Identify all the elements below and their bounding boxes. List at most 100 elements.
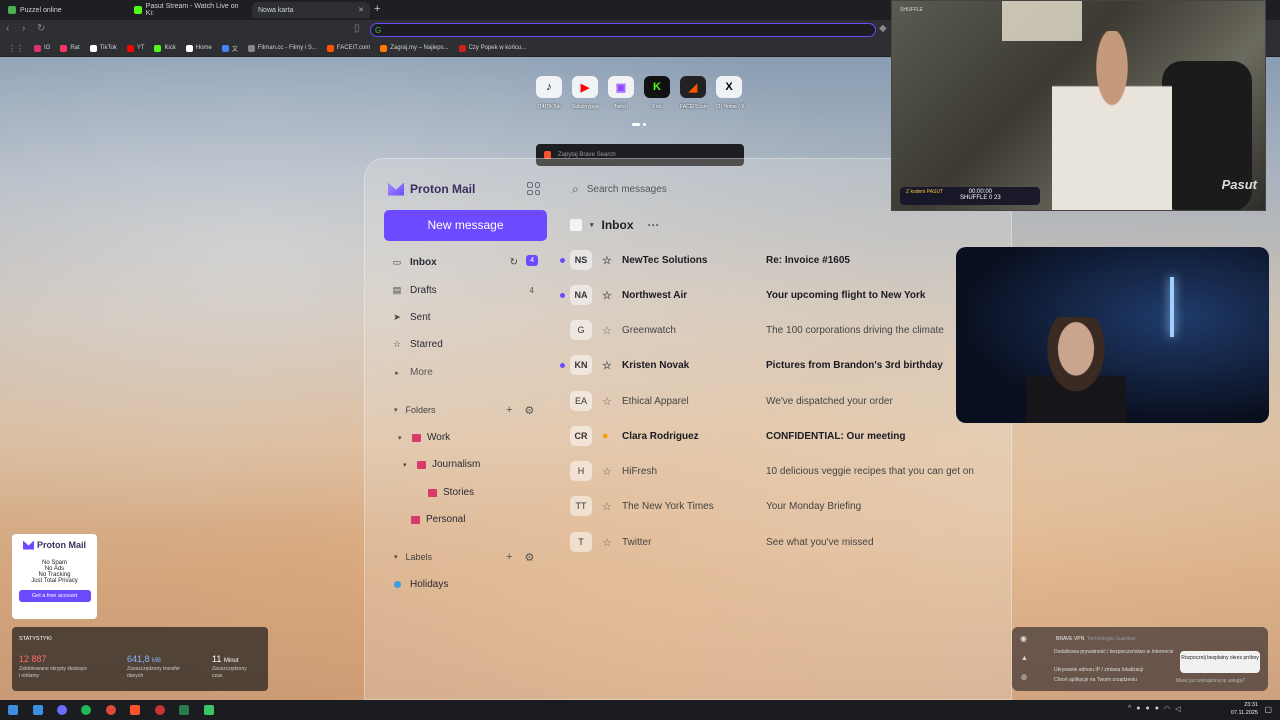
message-row[interactable]: T ☆ Twitter See what you've missed [558, 530, 998, 554]
bookmark-filman[interactable]: Filman.cc - Filmy i S... [244, 44, 321, 52]
message-row[interactable]: NA ☆ Northwest Air Your upcoming flight to … [558, 283, 998, 307]
message-row[interactable]: EA ☆ Ethical Apparel We've dispatched your … [558, 389, 998, 413]
message-row[interactable]: G ☆ Greenwatch The 100 corporations driving… [558, 318, 998, 342]
clock[interactable]: 23:31 07.11.2025 [1231, 702, 1258, 717]
label-settings-icon[interactable]: ⚙ [524, 551, 534, 564]
add-folder-icon[interactable]: + [506, 404, 512, 417]
bookmark-home[interactable]: Home [182, 44, 216, 52]
brave-icon[interactable] [130, 705, 140, 715]
sender-avatar[interactable]: T [570, 532, 592, 552]
app-icon[interactable] [57, 705, 67, 715]
back-icon[interactable]: ‹ [6, 23, 9, 34]
select-all-checkbox[interactable] [570, 219, 582, 231]
message-row[interactable]: TT ☆ The New York Times Your Monday Briefin… [558, 494, 998, 518]
wifi-icon[interactable]: ◠ [1164, 705, 1170, 713]
bookmark-icon[interactable]: ▯ [354, 23, 360, 34]
sender-avatar[interactable]: NS [570, 250, 592, 270]
shortcut-faceit[interactable]: ◢ FACEIT.com [680, 76, 708, 110]
get-free-account-button[interactable]: Get a free account [18, 590, 91, 602]
message-row[interactable]: NS ☆ NewTec Solutions Re: Invoice #1605 [558, 248, 998, 272]
windows-start-icon[interactable] [8, 705, 18, 715]
add-label-icon[interactable]: + [506, 551, 512, 564]
star-icon[interactable]: ☆ [602, 359, 612, 372]
message-row[interactable]: CR ● Clara Rodriguez CONFIDENTIAL: Our meet… [558, 424, 998, 448]
star-icon[interactable]: ● [602, 430, 609, 442]
close-tab-icon[interactable]: ✕ [358, 6, 364, 14]
volume-icon[interactable]: ◁ [1175, 705, 1180, 713]
message-row[interactable]: H ☆ HiFresh 10 delicious veggie recipes tha… [558, 459, 998, 483]
shortcut-tiktok[interactable]: ♪ (14)TikTok [536, 76, 562, 110]
sender-avatar[interactable]: NA [570, 285, 592, 305]
sidebar-item-more[interactable]: ▸ More [392, 367, 540, 378]
star-icon[interactable]: ☆ [602, 465, 612, 478]
folders-section[interactable]: ▾ Folders + ⚙ [394, 404, 534, 417]
proton-logo[interactable]: Proton Mail [388, 182, 475, 196]
app-icon-2[interactable] [179, 705, 189, 715]
spotify-icon[interactable] [81, 705, 91, 715]
star-icon[interactable]: ☆ [602, 324, 612, 337]
folder-work[interactable]: ▾ Work [398, 432, 450, 443]
new-message-button[interactable]: New message [384, 210, 547, 241]
shortcut-twitch[interactable]: ▣ Twitch [608, 76, 634, 110]
tab-puzzel[interactable]: Puzzel online [2, 2, 128, 18]
bookmark-popek[interactable]: Czy Popek w końcu... [455, 44, 531, 52]
tray-app-icon[interactable]: ● [1155, 705, 1159, 713]
message-row[interactable]: KN ☆ Kristen Novak Pictures from Brandon's … [558, 353, 998, 377]
apps-icon[interactable]: ⋮⋮ [4, 44, 28, 53]
folder-settings-icon[interactable]: ⚙ [524, 404, 534, 417]
folder-journalism[interactable]: ▾ Journalism [403, 459, 480, 470]
brave-shield-icon[interactable]: ◆ [879, 23, 887, 34]
chevron-down-icon[interactable]: ▾ [590, 221, 594, 229]
obs-icon[interactable] [155, 705, 165, 715]
new-tab-button[interactable]: + [374, 3, 380, 15]
chrome-icon[interactable] [106, 705, 116, 715]
bookmark-kick[interactable]: Kick [150, 44, 179, 52]
notifications-icon[interactable]: ▢ [1264, 705, 1272, 714]
bookmark-faceit[interactable]: FACEIT.com [323, 44, 374, 52]
page-dot-active[interactable] [632, 123, 640, 126]
more-options-icon[interactable]: ··· [648, 218, 660, 232]
sidebar-item-drafts[interactable]: ▤ Drafts 4 [392, 285, 540, 296]
sender-avatar[interactable]: G [570, 320, 592, 340]
bookmark-zagraj[interactable]: Zagraj.my – Najleps... [376, 44, 452, 52]
page-dot[interactable] [643, 123, 646, 126]
sender-avatar[interactable]: EA [570, 391, 592, 411]
already-purchased-link[interactable]: Masz już wykupioną tę usługę? [1176, 678, 1245, 684]
sender-avatar[interactable]: TT [570, 496, 592, 516]
apps-grid-icon[interactable] [527, 182, 540, 195]
folder-personal[interactable]: Personal [411, 514, 465, 525]
tray-chevron-icon[interactable]: ^ [1128, 705, 1131, 713]
sender-avatar[interactable]: H [570, 461, 592, 481]
sidebar-item-starred[interactable]: ☆ Starred [392, 339, 540, 350]
refresh-icon[interactable]: ↻ [510, 257, 518, 268]
shortcut-x[interactable]: X (3) Home / X [716, 76, 744, 110]
sender-avatar[interactable]: CR [570, 426, 592, 446]
forward-icon[interactable]: › [22, 23, 25, 34]
shortcut-kick[interactable]: K Kick [644, 76, 670, 110]
star-icon[interactable]: ☆ [602, 395, 612, 408]
label-holidays[interactable]: Holidays [394, 579, 448, 590]
sidebar-item-inbox[interactable]: ▭ Inbox ↻ 4 [392, 255, 540, 268]
labels-section[interactable]: ▾ Labels + ⚙ [394, 551, 534, 564]
explorer-icon[interactable] [33, 705, 43, 715]
tray-app-icon[interactable]: ● [1146, 705, 1150, 713]
bookmark-translate[interactable]: 文 [218, 44, 242, 53]
star-icon[interactable]: ☆ [602, 289, 612, 302]
tray-app-icon[interactable]: ● [1136, 705, 1140, 713]
reload-icon[interactable]: ↻ [37, 23, 45, 34]
sidebar-item-sent[interactable]: ➤ Sent [392, 312, 540, 323]
tab-new-tab[interactable]: Nowa karta ✕ [252, 2, 370, 18]
start-trial-button[interactable]: Rozpocznij bezpłatny okres próbny [1180, 651, 1260, 673]
app-icon-3[interactable] [204, 705, 214, 715]
star-icon[interactable]: ☆ [602, 254, 612, 267]
star-icon[interactable]: ☆ [602, 500, 612, 513]
shortcut-youtube[interactable]: ▶ Subskrypcje [572, 76, 599, 110]
folder-stories[interactable]: Stories [428, 487, 474, 498]
bookmark-ig[interactable]: IG [30, 44, 54, 52]
bookmark-tiktok[interactable]: TikTok [86, 44, 121, 52]
address-input[interactable]: G [370, 23, 876, 37]
bookmark-rat[interactable]: Rat [56, 44, 83, 52]
tab-pasut-stream[interactable]: Pasut Stream - Watch Live on Ki: [128, 2, 252, 18]
star-icon[interactable]: ☆ [602, 536, 612, 549]
bookmark-yt[interactable]: YT [123, 44, 149, 52]
